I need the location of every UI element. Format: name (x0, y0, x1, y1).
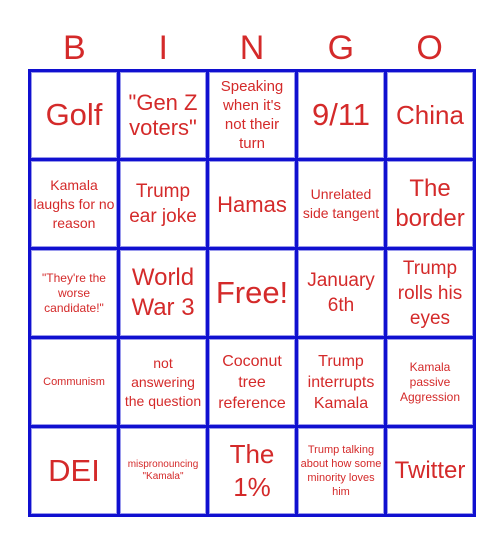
cell-text: The 1% (229, 439, 275, 502)
bingo-grid: Golf "Gen Z voters" Speaking when it's n… (28, 69, 476, 517)
cell-text: Kamala passive Aggression (399, 359, 461, 404)
cell-text: Communism (43, 376, 105, 388)
cell-text: Unrelated side tangent (302, 186, 380, 221)
bingo-cell[interactable]: Golf (31, 72, 117, 158)
header-letter-i: I (158, 29, 168, 67)
cell-text: Trump ear joke (129, 181, 197, 227)
bingo-cell[interactable]: Coconut tree reference (209, 339, 295, 425)
bingo-cell[interactable]: January 6th (298, 250, 384, 336)
bingo-cell[interactable]: World War 3 (120, 250, 206, 336)
cell-text: The border (395, 175, 465, 232)
header-letter-o: O (416, 29, 443, 67)
bingo-cell[interactable]: China (387, 72, 473, 158)
bingo-cell[interactable]: The 1% (209, 428, 295, 514)
cell-text: DEI (48, 453, 100, 488)
cell-text: not answering the question (124, 354, 202, 409)
bingo-cell[interactable]: Trump ear joke (120, 161, 206, 247)
cell-text: Hamas (217, 191, 287, 217)
cell-text: 9/11 (311, 97, 371, 132)
bingo-cell[interactable]: Kamala laughs for no reason (31, 161, 117, 247)
bingo-cell[interactable]: Communism (31, 339, 117, 425)
cell-text: Trump interrupts Kamala (307, 352, 375, 412)
cell-text: Trump rolls his eyes (397, 257, 463, 329)
bingo-cell[interactable]: not answering the question (120, 339, 206, 425)
cell-text: World War 3 (131, 264, 195, 321)
cell-text: "They're the worse candidate!" (42, 270, 106, 315)
bingo-cell[interactable]: 9/11 (298, 72, 384, 158)
bingo-cell[interactable]: mispronouncing "Kamala" (120, 428, 206, 514)
bingo-cell[interactable]: "Gen Z voters" (120, 72, 206, 158)
cell-text: mispronouncing "Kamala" (127, 459, 199, 482)
bingo-cell[interactable]: Trump talking about how some minority lo… (298, 428, 384, 514)
bingo-cell[interactable]: Hamas (209, 161, 295, 247)
cell-text: Twitter (394, 457, 466, 484)
cell-text: "Gen Z voters" (128, 90, 198, 140)
cell-text: Speaking when it's not their turn (220, 78, 284, 152)
header-letter-b: B (63, 29, 86, 67)
bingo-cell[interactable]: "They're the worse candidate!" (31, 250, 117, 336)
bingo-cell[interactable]: Kamala passive Aggression (387, 339, 473, 425)
header-letter-n: N (239, 29, 265, 67)
cell-text: Kamala laughs for no reason (33, 176, 115, 231)
header-letter-g: G (327, 29, 355, 67)
bingo-cell[interactable]: Speaking when it's not their turn (209, 72, 295, 158)
bingo-cell[interactable]: DEI (31, 428, 117, 514)
bingo-cell[interactable]: The border (387, 161, 473, 247)
bingo-header: B I N G O (30, 26, 474, 70)
bingo-cell[interactable]: Unrelated side tangent (298, 161, 384, 247)
cell-text: Coconut tree reference (218, 352, 286, 412)
cell-text: China (396, 99, 464, 130)
free-space[interactable]: Free! (209, 250, 295, 336)
cell-text: January 6th (307, 270, 375, 316)
bingo-cell[interactable]: Trump interrupts Kamala (298, 339, 384, 425)
cell-text: Golf (45, 97, 103, 132)
bingo-cell[interactable]: Trump rolls his eyes (387, 250, 473, 336)
bingo-cell[interactable]: Twitter (387, 428, 473, 514)
cell-text: Free! (215, 275, 289, 310)
cell-text: Trump talking about how some minority lo… (300, 444, 382, 498)
